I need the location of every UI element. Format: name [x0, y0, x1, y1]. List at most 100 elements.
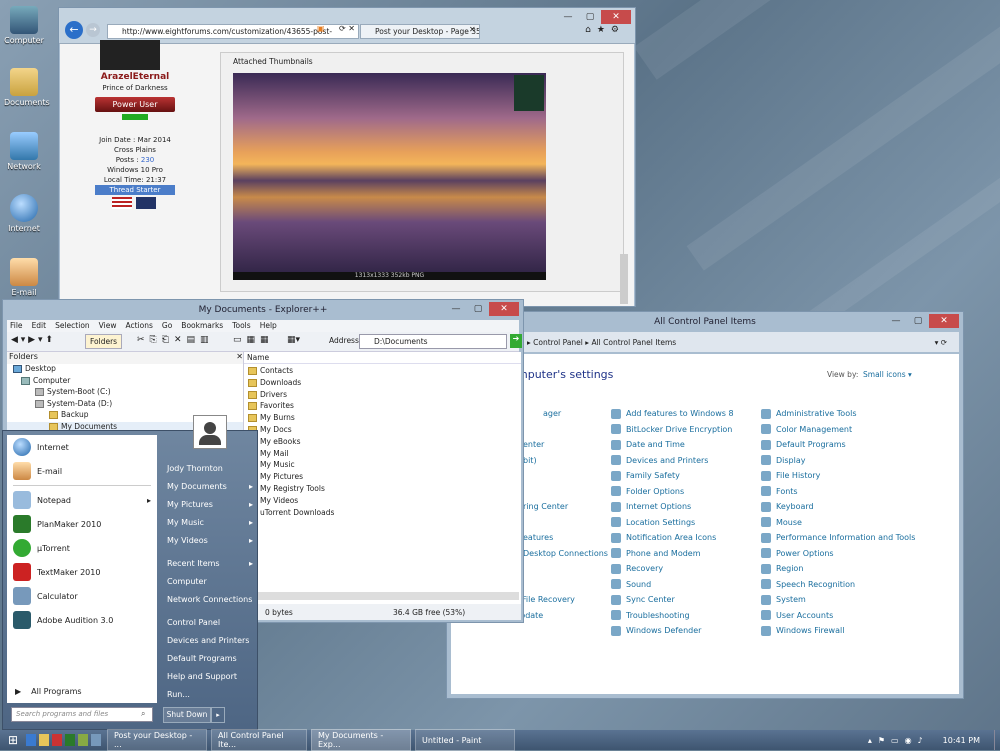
- user-name-link[interactable]: ArazelEternal: [80, 72, 190, 82]
- cp-item[interactable]: Windows Defender: [611, 623, 761, 639]
- file-list-item[interactable]: My Burns: [244, 413, 521, 425]
- file-list-item[interactable]: Downloads: [244, 378, 521, 390]
- menu-item[interactable]: View: [99, 321, 117, 330]
- control-panel-address-bar[interactable]: ▸ Control Panel ▸ All Control Panel Item…: [451, 332, 959, 352]
- cp-item[interactable]: Troubleshooting: [611, 608, 761, 624]
- cp-item[interactable]: Location Settings: [611, 515, 761, 531]
- file-list-item[interactable]: My Videos: [244, 496, 521, 508]
- desktop-icon-documents[interactable]: Documents: [4, 68, 50, 107]
- program-planmaker[interactable]: PlanMaker 2010: [7, 512, 157, 536]
- cp-item[interactable]: Notification Area Icons: [611, 530, 761, 546]
- start-network-connections[interactable]: Network Connections: [161, 590, 257, 608]
- desktop-icon-network[interactable]: Network: [4, 132, 44, 171]
- tab-close-icon[interactable]: ✕: [469, 25, 476, 34]
- program-notepad[interactable]: Notepad ▸: [7, 488, 157, 512]
- cp-item[interactable]: Phone and Modem: [611, 546, 761, 562]
- minimize-button[interactable]: —: [885, 314, 907, 328]
- menu-item[interactable]: Tools: [232, 321, 250, 330]
- taskbar-explorer[interactable]: My Documents - Exp...: [311, 729, 411, 751]
- nav-buttons[interactable]: ◀ ▾ ▶ ▾ ⬆: [11, 335, 53, 345]
- back-button[interactable]: ←: [65, 21, 83, 39]
- menu-item[interactable]: File: [10, 321, 23, 330]
- start-my-videos[interactable]: My Videos ▸: [161, 531, 257, 549]
- menu-item[interactable]: Help: [260, 321, 277, 330]
- view-toolbar-icon[interactable]: ▦▾: [287, 335, 300, 345]
- clock[interactable]: 10:41 PM: [943, 736, 980, 745]
- textmaker-icon[interactable]: [52, 734, 62, 746]
- horizontal-scrollbar[interactable]: [258, 592, 519, 600]
- start-my-pictures[interactable]: My Pictures ▸: [161, 495, 257, 513]
- taskbar-paint[interactable]: Untitled - Paint: [415, 729, 515, 751]
- cp-item[interactable]: Display: [761, 453, 951, 469]
- file-list-item[interactable]: Favorites: [244, 401, 521, 413]
- folder-icon[interactable]: [39, 734, 49, 746]
- view-by-dropdown[interactable]: Small icons ▾: [863, 370, 912, 379]
- cp-item[interactable]: Folder Options: [611, 484, 761, 500]
- tree-item[interactable]: System-Boot (C:): [7, 387, 243, 399]
- browser-scrollbar[interactable]: [620, 254, 628, 304]
- name-column-header[interactable]: Name: [244, 352, 521, 364]
- file-list-item[interactable]: My Music: [244, 460, 521, 472]
- start-my-music[interactable]: My Music ▸: [161, 513, 257, 531]
- cp-item[interactable]: Administrative Tools: [761, 406, 951, 422]
- start-my-documents[interactable]: My Documents ▸: [161, 477, 257, 495]
- shutdown-options-arrow[interactable]: ▸: [211, 707, 225, 723]
- maximize-button[interactable]: ▢: [907, 314, 929, 328]
- cp-item[interactable]: BitLocker Drive Encryption: [611, 422, 761, 438]
- start-control-panel[interactable]: Control Panel: [161, 613, 257, 631]
- cp-item[interactable]: Family Safety: [611, 468, 761, 484]
- desktop-icon-internet[interactable]: Internet: [4, 194, 44, 233]
- cp-item[interactable]: Speech Recognition: [761, 577, 951, 593]
- cp-item[interactable]: Performance Information and Tools: [761, 530, 951, 546]
- attached-thumbnail-image[interactable]: 1313x1333 352kb PNG: [233, 73, 546, 280]
- pinned-email[interactable]: E-mail: [7, 459, 157, 483]
- menu-item[interactable]: Edit: [32, 321, 47, 330]
- close-button[interactable]: ✕: [601, 10, 631, 24]
- show-desktop-button[interactable]: [994, 730, 1000, 750]
- planmaker-icon[interactable]: [65, 734, 75, 746]
- cp-item[interactable]: Date and Time: [611, 437, 761, 453]
- file-list-item[interactable]: Drivers: [244, 390, 521, 402]
- cp-item[interactable]: Region: [761, 561, 951, 577]
- taskbar-browser[interactable]: Post your Desktop - ...: [107, 729, 207, 751]
- start-recent-items[interactable]: Recent Items ▸: [161, 554, 257, 572]
- desktop-icon-email[interactable]: E-mail: [4, 258, 44, 297]
- pinned-internet[interactable]: Internet: [7, 435, 157, 459]
- maximize-button[interactable]: ▢: [579, 10, 601, 24]
- start-button[interactable]: ⊞: [4, 731, 22, 749]
- menu-item[interactable]: Selection: [55, 321, 90, 330]
- cp-item[interactable]: User Accounts: [761, 608, 951, 624]
- cp-item[interactable]: Internet Options: [611, 499, 761, 515]
- cp-item[interactable]: Mouse: [761, 515, 951, 531]
- app-icon[interactable]: [78, 734, 88, 746]
- start-search-input[interactable]: Search programs and files: [11, 707, 153, 722]
- cp-item[interactable]: Color Management: [761, 422, 951, 438]
- explorer-address-input[interactable]: D:\Documents: [359, 334, 507, 349]
- cp-item[interactable]: Power Options: [761, 546, 951, 562]
- forward-button[interactable]: →: [86, 23, 100, 37]
- browser-tab[interactable]: Post your Desktop - Page 35: [360, 24, 480, 39]
- folders-toggle-button[interactable]: Folders: [85, 334, 123, 349]
- folder-toolbar-icons[interactable]: ▭▦▦: [233, 335, 274, 345]
- refresh-icon[interactable]: ▾ ⟳: [935, 338, 947, 347]
- cp-item[interactable]: Fonts: [761, 484, 951, 500]
- start-computer[interactable]: Computer: [161, 572, 257, 590]
- edit-toolbar-icons[interactable]: ✂⎘⎗✕▤▥: [137, 335, 214, 345]
- shutdown-button[interactable]: Shut Down: [163, 707, 211, 723]
- start-run[interactable]: Run...: [161, 685, 257, 703]
- file-list-item[interactable]: My Mail: [244, 449, 521, 461]
- file-list-item[interactable]: My Registry Tools: [244, 484, 521, 496]
- refresh-icon[interactable]: ⟳ ✕: [339, 24, 355, 33]
- cp-item[interactable]: Default Programs: [761, 437, 951, 453]
- file-list-item[interactable]: My Pictures: [244, 472, 521, 484]
- tray-icons[interactable]: ▴⚑▭◉♪: [868, 736, 929, 745]
- start-devices-printers[interactable]: Devices and Printers: [161, 631, 257, 649]
- file-list-item[interactable]: My eBooks: [244, 437, 521, 449]
- rss-icon[interactable]: ▣: [317, 24, 325, 33]
- cp-item[interactable]: Recovery: [611, 561, 761, 577]
- cp-item[interactable]: Keyboard: [761, 499, 951, 515]
- program-utorrent[interactable]: µTorrent: [7, 536, 157, 560]
- cp-item[interactable]: File History: [761, 468, 951, 484]
- home-star-gear-icons[interactable]: ⌂★⚙: [585, 25, 625, 35]
- cp-item[interactable]: Sync Center: [611, 592, 761, 608]
